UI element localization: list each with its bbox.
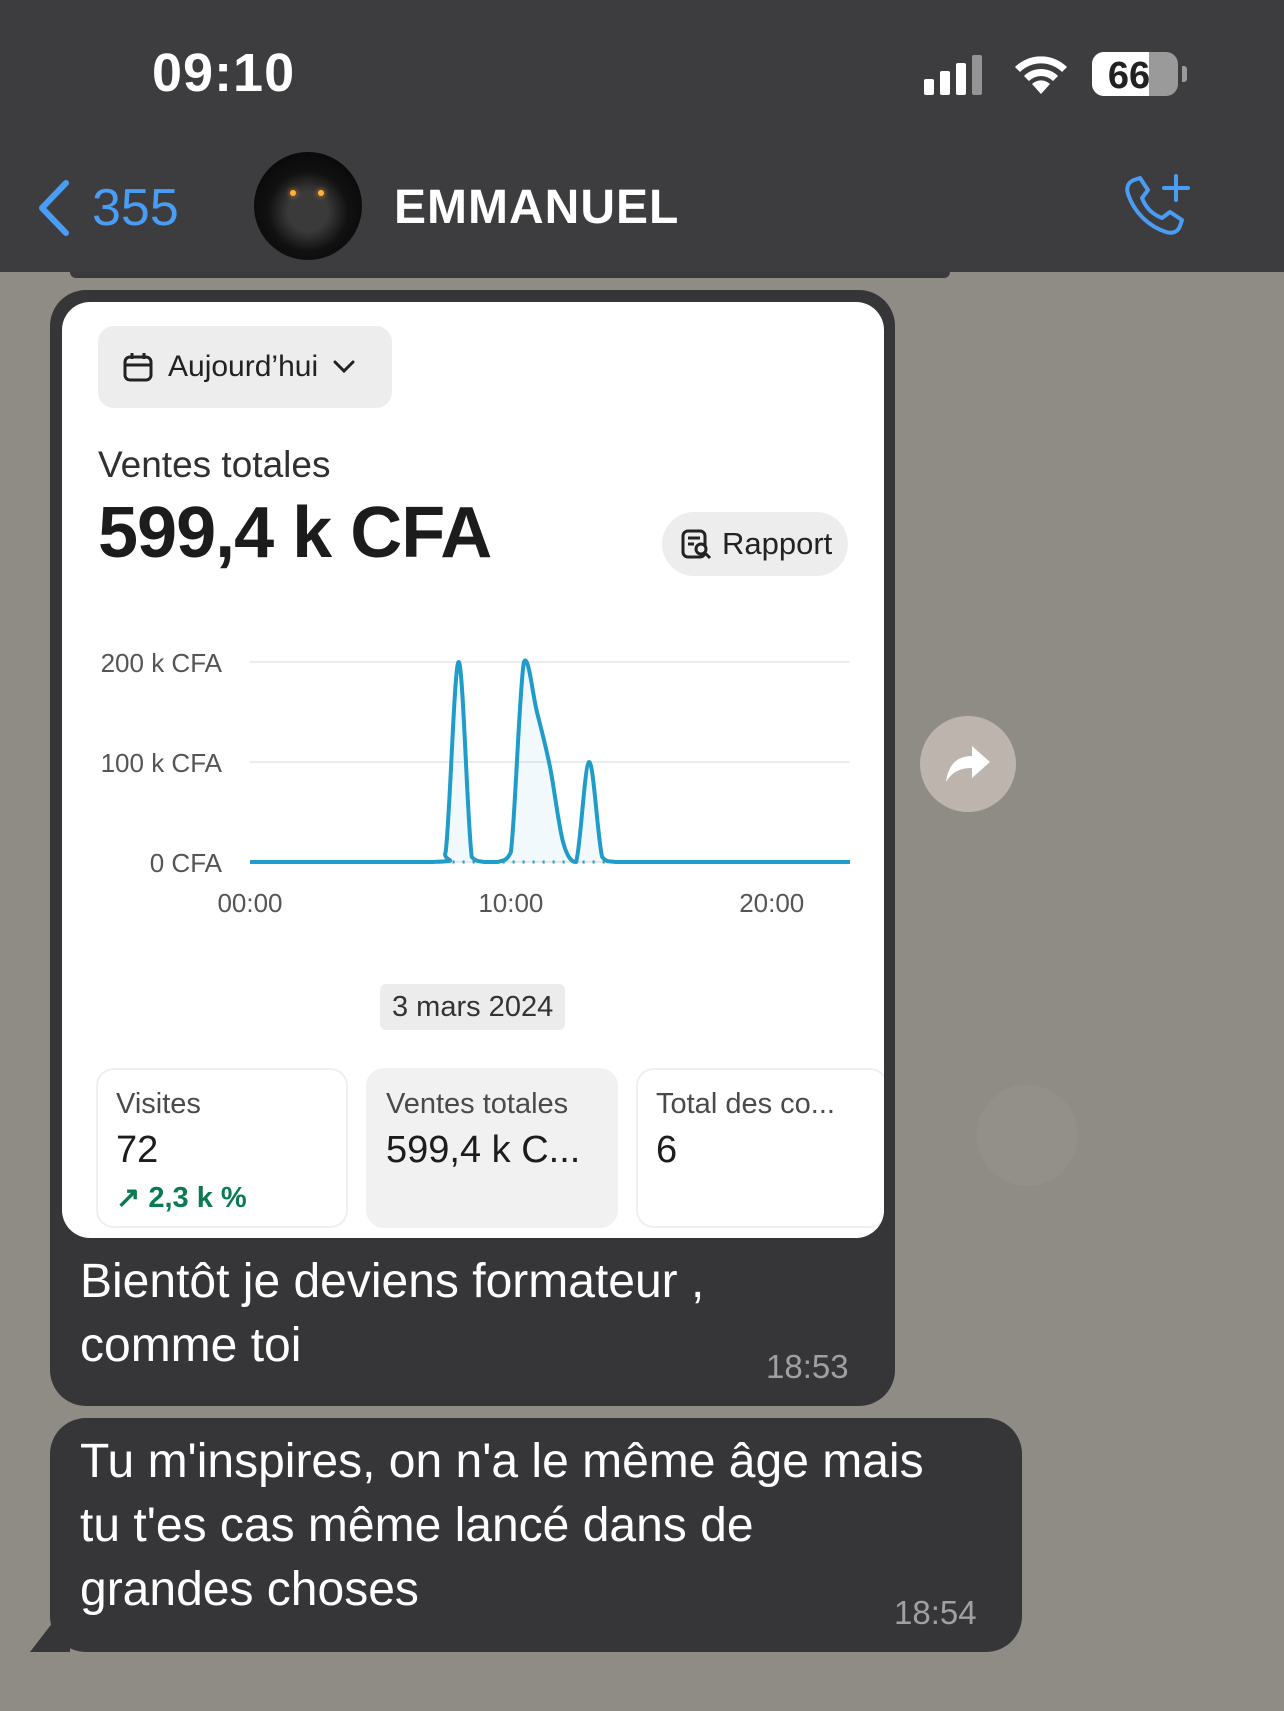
report-label: Rapport — [722, 526, 833, 561]
status-time: 09:10 — [152, 43, 296, 103]
shared-screenshot-card[interactable]: Aujourd’hui Ventes totales 599,4 k CFA R… — [62, 302, 884, 1238]
message-bubble[interactable]: Tu m'inspires, on n'a le même âge mais t… — [50, 1418, 1022, 1652]
date-filter-label: Aujourd’hui — [168, 350, 319, 383]
y-tick-label: 0 CFA — [150, 848, 223, 878]
x-tick-label: 00:00 — [217, 888, 282, 918]
date-filter-dropdown[interactable]: Aujourd’hui — [98, 326, 392, 408]
x-tick-label: 20:00 — [739, 888, 804, 918]
arrow-up-right-icon: ↗ — [116, 1182, 141, 1214]
metric-label: Visites — [116, 1088, 201, 1120]
metric-value: 599,4 k C... — [386, 1129, 581, 1171]
wifi-icon — [1015, 56, 1067, 94]
cellular-signal-icon — [924, 55, 982, 95]
metric-card-visits[interactable]: Visites 72 ↗ 2,3 k % — [96, 1068, 348, 1228]
forward-button[interactable] — [920, 716, 1016, 812]
metric-value: 72 — [116, 1129, 159, 1171]
message-time: 18:53 — [766, 1348, 849, 1385]
metric-delta: ↗ 2,3 k % — [116, 1182, 247, 1214]
calendar-icon — [123, 353, 153, 382]
sales-line-chart: 0 CFA 100 k CFA 200 k CFA 00:00 10:00 20:00 — [101, 648, 850, 918]
sales-value: 599,4 k CFA — [98, 493, 492, 573]
sales-label: Ventes totales — [98, 444, 331, 485]
y-tick-label: 200 k CFA — [101, 648, 223, 678]
report-button[interactable]: Rapport — [662, 512, 848, 576]
status-bar: 09:10 66 — [0, 0, 1284, 150]
metric-label: Ventes totales — [386, 1088, 569, 1120]
previous-message-edge — [70, 272, 950, 278]
metric-card-total-orders[interactable]: Total des co... 6 — [636, 1068, 884, 1228]
message-bubble[interactable]: Aujourd’hui Ventes totales 599,4 k CFA R… — [50, 290, 895, 1406]
contact-name[interactable]: EMMANUEL — [394, 180, 679, 235]
chat-header: 355 EMMANUEL — [0, 150, 1284, 272]
unread-count: 355 — [92, 179, 179, 237]
add-call-icon[interactable] — [1120, 172, 1190, 242]
message-text: Tu m'inspires, on n'a le même âge mais t… — [80, 1435, 924, 1616]
forward-arrow-icon — [946, 746, 990, 782]
metric-value: 6 — [656, 1129, 678, 1171]
message-time: 18:54 — [894, 1594, 977, 1631]
battery-icon: 66 — [1092, 52, 1178, 96]
chevron-left-icon — [39, 180, 69, 236]
contact-avatar[interactable] — [254, 152, 362, 260]
back-button[interactable]: 355 — [36, 178, 179, 238]
metric-label: Total des co... — [656, 1088, 835, 1120]
battery-tip — [1182, 66, 1187, 82]
x-tick-label: 10:00 — [478, 888, 543, 918]
metric-card-total-sales[interactable]: Ventes totales 599,4 k C... — [366, 1068, 618, 1228]
chevron-down-icon — [333, 360, 355, 374]
battery-percent: 66 — [1107, 55, 1151, 96]
y-tick-label: 100 k CFA — [101, 748, 223, 778]
message-text: Bientôt je deviens formateur , comme toi — [80, 1255, 705, 1372]
chart-date-label: 3 mars 2024 — [380, 984, 566, 1030]
report-icon — [681, 529, 712, 560]
